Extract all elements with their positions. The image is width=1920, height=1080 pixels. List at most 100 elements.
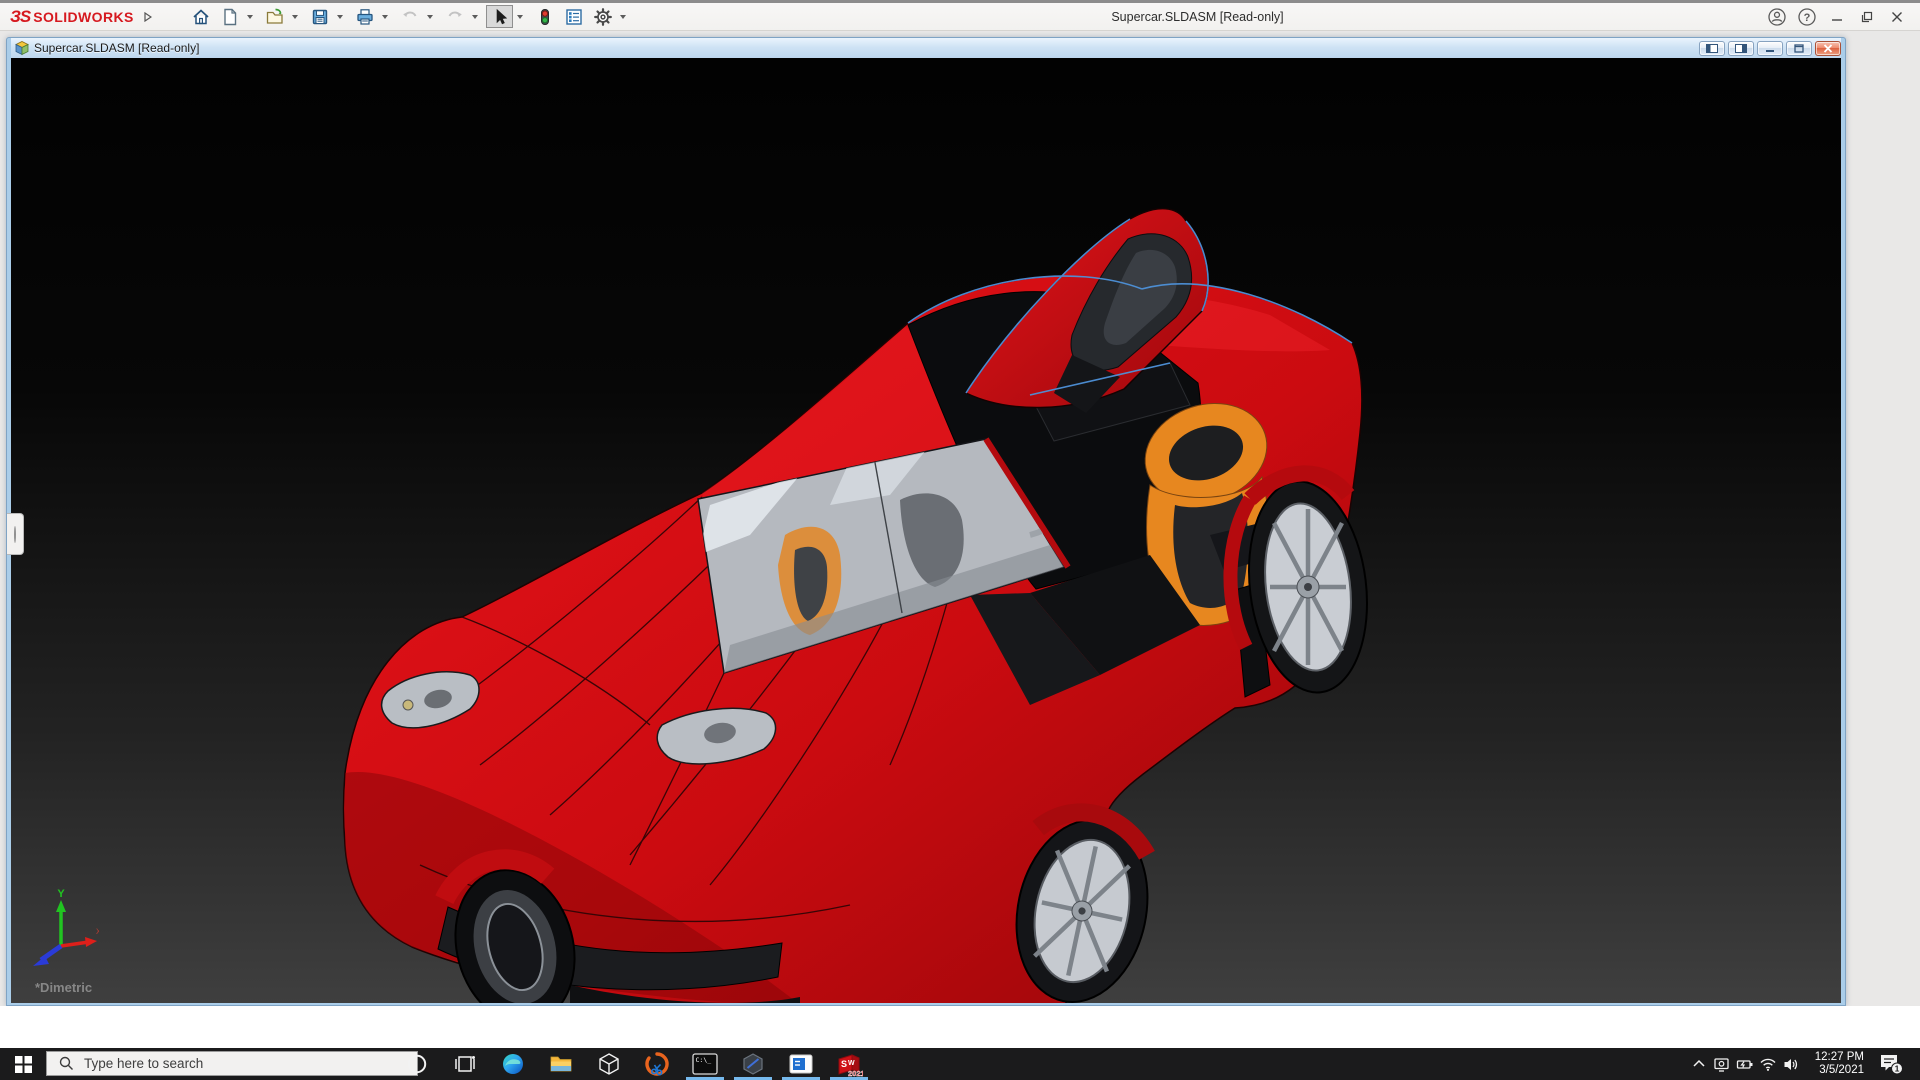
redo-dropdown[interactable] — [469, 5, 481, 28]
taskbar-clock[interactable]: 12:27 PM 3/5/2021 — [1794, 1051, 1864, 1077]
featuremanager-collapse-tab[interactable] — [7, 513, 24, 555]
help-icon: ? — [1797, 7, 1817, 27]
doc-close-button[interactable] — [1815, 41, 1841, 56]
chevron-down-icon — [620, 15, 626, 19]
chevron-down-icon — [427, 15, 433, 19]
quick-access-toolbar — [186, 5, 633, 28]
windows-logo-icon — [15, 1056, 32, 1073]
windows-taskbar: C:\_ SW2021 — [0, 1048, 1920, 1080]
status-strip — [0, 1006, 1920, 1048]
print-button[interactable] — [351, 5, 378, 28]
restore-button[interactable] — [1852, 5, 1882, 28]
undo-button[interactable] — [396, 5, 423, 28]
doc-restore-button[interactable] — [1786, 41, 1812, 56]
close-icon — [1890, 10, 1904, 24]
minimize-button[interactable] — [1822, 5, 1852, 28]
menu-expand-icon[interactable] — [144, 12, 152, 22]
media-app-button[interactable] — [779, 1048, 823, 1080]
undo-dropdown[interactable] — [424, 5, 436, 28]
search-input[interactable] — [82, 1055, 417, 1072]
chevron-down-icon — [517, 15, 523, 19]
evaluate-list-button[interactable] — [560, 5, 587, 28]
chevron-down-icon — [382, 15, 388, 19]
collapse-handle-icon — [14, 526, 16, 543]
task-view-button[interactable] — [443, 1048, 487, 1080]
save-dropdown[interactable] — [334, 5, 346, 28]
hexagon-app-button[interactable] — [731, 1048, 775, 1080]
save-button[interactable] — [306, 5, 333, 28]
help-button[interactable]: ? — [1792, 5, 1822, 28]
start-button[interactable] — [0, 1048, 46, 1080]
new-document-button[interactable] — [216, 5, 243, 28]
supercar-model[interactable] — [330, 205, 1370, 1003]
snip-sketch-button[interactable] — [635, 1048, 679, 1080]
display-tray-button[interactable] — [1710, 1048, 1733, 1080]
file-explorer-icon — [549, 1052, 573, 1076]
triad-x-label: x — [96, 926, 99, 937]
task-view-icon — [454, 1053, 476, 1075]
battery-tray-button[interactable] — [1733, 1048, 1756, 1080]
account-button[interactable] — [1762, 5, 1792, 28]
notification-icon: 1 — [1878, 1052, 1904, 1076]
minimize-icon — [1830, 10, 1844, 24]
open-folder-icon — [265, 7, 285, 27]
select-tool-button[interactable] — [486, 5, 513, 28]
hidden-icons-button[interactable] — [1687, 1048, 1710, 1080]
graphics-viewport[interactable]: Y x *Dimetric — [11, 58, 1841, 1003]
open-button[interactable] — [261, 5, 288, 28]
chevron-down-icon — [247, 15, 253, 19]
chevron-down-icon — [292, 15, 298, 19]
app-title: Supercar.SLDASM [Read-only] — [633, 10, 1762, 24]
taskbar-search[interactable] — [46, 1051, 418, 1076]
open-dropdown[interactable] — [289, 5, 301, 28]
options-button[interactable] — [589, 5, 616, 28]
media-app-icon — [789, 1054, 813, 1074]
clock-time: 12:27 PM — [1794, 1051, 1864, 1064]
select-tool-dropdown[interactable] — [514, 5, 526, 28]
close-icon — [1823, 44, 1833, 53]
app-titlebar: ЗS SOLIDWORKS — [0, 0, 1920, 31]
solidworks-2021-button[interactable]: SW2021 — [827, 1048, 871, 1080]
new-document-icon — [220, 7, 240, 27]
minimize-icon — [1765, 44, 1775, 53]
snip-sketch-icon — [645, 1052, 669, 1076]
command-prompt-button[interactable]: C:\_ — [683, 1048, 727, 1080]
pane-left-icon — [1706, 44, 1718, 53]
search-icon — [59, 1056, 74, 1071]
edge-icon — [501, 1052, 525, 1076]
print-icon — [355, 7, 375, 27]
cmd-label: C:\_ — [696, 1056, 712, 1064]
traffic-light-icon — [535, 7, 555, 27]
file-explorer-button[interactable] — [539, 1048, 583, 1080]
document-window-controls — [1696, 41, 1841, 56]
home-button[interactable] — [187, 5, 214, 28]
close-button[interactable] — [1882, 5, 1912, 28]
assembly-icon — [14, 40, 30, 56]
pane-right-button[interactable] — [1728, 41, 1754, 56]
cortana-button[interactable] — [395, 1048, 439, 1080]
action-center-button[interactable]: 1 — [1870, 1048, 1912, 1080]
app-window-controls: ? — [1762, 5, 1912, 28]
orientation-triad[interactable]: Y x — [27, 888, 99, 968]
wifi-icon — [1759, 1056, 1777, 1073]
cortana-icon — [406, 1053, 428, 1075]
print-dropdown[interactable] — [379, 5, 391, 28]
hexagon-app-icon — [741, 1052, 765, 1076]
chevron-down-icon — [472, 15, 478, 19]
view-orientation-label: *Dimetric — [35, 980, 92, 995]
redo-button[interactable] — [441, 5, 468, 28]
new-document-dropdown[interactable] — [244, 5, 256, 28]
network-tray-button[interactable] — [1756, 1048, 1779, 1080]
doc-minimize-button[interactable] — [1757, 41, 1783, 56]
account-icon — [1767, 7, 1787, 27]
options-dropdown[interactable] — [617, 5, 629, 28]
gear-icon — [593, 7, 613, 27]
save-icon — [310, 7, 330, 27]
svg-text:?: ? — [1804, 12, 1811, 24]
document-window: Supercar.SLDASM [Read-only] — [6, 37, 1846, 1006]
edge-button[interactable] — [491, 1048, 535, 1080]
document-caption-bar[interactable]: Supercar.SLDASM [Read-only] — [11, 38, 1841, 58]
3d-viewer-button[interactable] — [587, 1048, 631, 1080]
selection-lights-button[interactable] — [531, 5, 558, 28]
pane-left-button[interactable] — [1699, 41, 1725, 56]
